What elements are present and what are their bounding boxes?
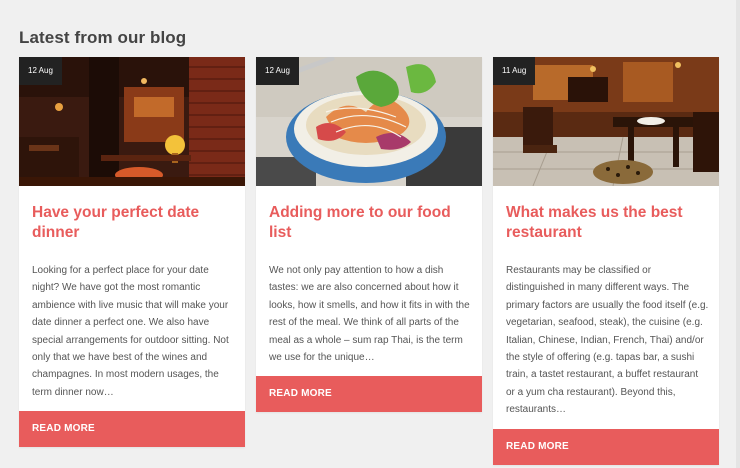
date-badge: 11 Aug	[493, 57, 536, 85]
post-excerpt: Looking for a perfect place for your dat…	[32, 265, 229, 398]
post-title[interactable]: Have your perfect date dinner	[32, 203, 232, 243]
post-excerpt: We not only pay attention to how a dish …	[269, 265, 470, 364]
section-title: Latest from our blog	[19, 28, 187, 47]
blog-card: 12 Aug Have your perfect date dinner Loo…	[19, 57, 245, 447]
page-scrollbar[interactable]	[736, 0, 740, 468]
read-more-button[interactable]: READ MORE	[493, 429, 719, 465]
read-more-button[interactable]: READ MORE	[19, 411, 245, 447]
blog-card: 11 Aug What makes us the best restaurant…	[493, 57, 719, 465]
post-title[interactable]: What makes us the best restaurant	[506, 203, 706, 243]
date-badge: 12 Aug	[256, 57, 299, 85]
blog-card: 12 Aug Adding more to our food list We n…	[256, 57, 482, 412]
post-image-salad-bowl[interactable]: 12 Aug	[256, 57, 482, 186]
read-more-button[interactable]: READ MORE	[256, 376, 482, 412]
post-image-restaurant-interior[interactable]: 12 Aug	[19, 57, 245, 186]
post-excerpt: Restaurants may be classified or disting…	[506, 265, 709, 416]
post-title[interactable]: Adding more to our food list	[269, 203, 469, 243]
post-image-dining-room[interactable]: 11 Aug	[493, 57, 719, 186]
date-badge: 12 Aug	[19, 57, 62, 85]
